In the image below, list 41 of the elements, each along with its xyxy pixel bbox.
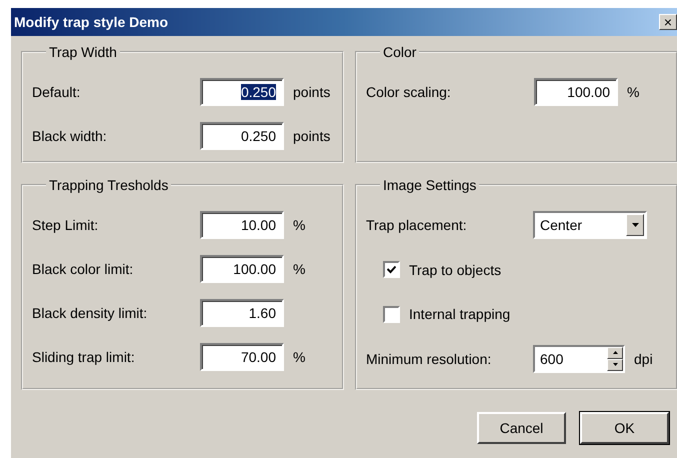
group-title: Trapping Tresholds <box>48 177 170 193</box>
input-field[interactable]: 100.00 <box>534 78 618 106</box>
group-title: Color <box>382 44 418 60</box>
input-field[interactable]: 70.00 <box>200 343 284 371</box>
checkbox[interactable] <box>383 306 400 323</box>
up-arrow-icon <box>612 351 618 354</box>
unit-label: % <box>293 261 306 277</box>
input-field[interactable]: 0.250 <box>200 78 284 106</box>
field-label: Black width: <box>32 128 108 144</box>
close-button[interactable]: × <box>659 14 677 30</box>
group-title: Image Settings <box>382 177 478 193</box>
caret-icon <box>632 223 638 228</box>
unit-label: points <box>293 84 330 100</box>
input-field[interactable]: 100.00 <box>200 255 284 283</box>
window-title: Modify trap style Demo <box>14 14 168 30</box>
field-label: Default: <box>32 84 82 100</box>
unit-label: % <box>293 349 306 365</box>
field-label: Trap placement: <box>366 217 468 234</box>
dialog-button[interactable]: OK <box>580 412 669 444</box>
unit-label: points <box>293 128 330 144</box>
field-label: Sliding trap limit: <box>32 349 136 365</box>
checkbox-label: Trap to objects <box>409 262 502 278</box>
group-title: Trap Width <box>48 44 118 60</box>
field-label: Black color limit: <box>32 261 134 277</box>
field-label: Black density limit: <box>32 305 148 321</box>
unit-label: % <box>293 217 306 233</box>
checkbox-label: Internal trapping <box>409 306 510 322</box>
spin-box[interactable]: 600 <box>533 344 625 373</box>
dropdown[interactable]: Center <box>533 211 647 240</box>
checkbox[interactable] <box>383 261 400 278</box>
unit-label: dpi <box>634 350 653 367</box>
check-icon <box>387 265 396 274</box>
down-arrow-icon <box>612 363 618 366</box>
field-label: Step Limit: <box>32 217 100 233</box>
input-field[interactable]: 0.250 <box>200 122 284 150</box>
input-field[interactable]: 10.00 <box>200 211 284 239</box>
field-label: Minimum resolution: <box>366 350 492 367</box>
field-label: Color scaling: <box>366 84 452 100</box>
unit-label: % <box>627 84 640 100</box>
dialog-button[interactable]: Cancel <box>477 412 566 444</box>
input-field[interactable]: 1.60 <box>200 299 284 327</box>
